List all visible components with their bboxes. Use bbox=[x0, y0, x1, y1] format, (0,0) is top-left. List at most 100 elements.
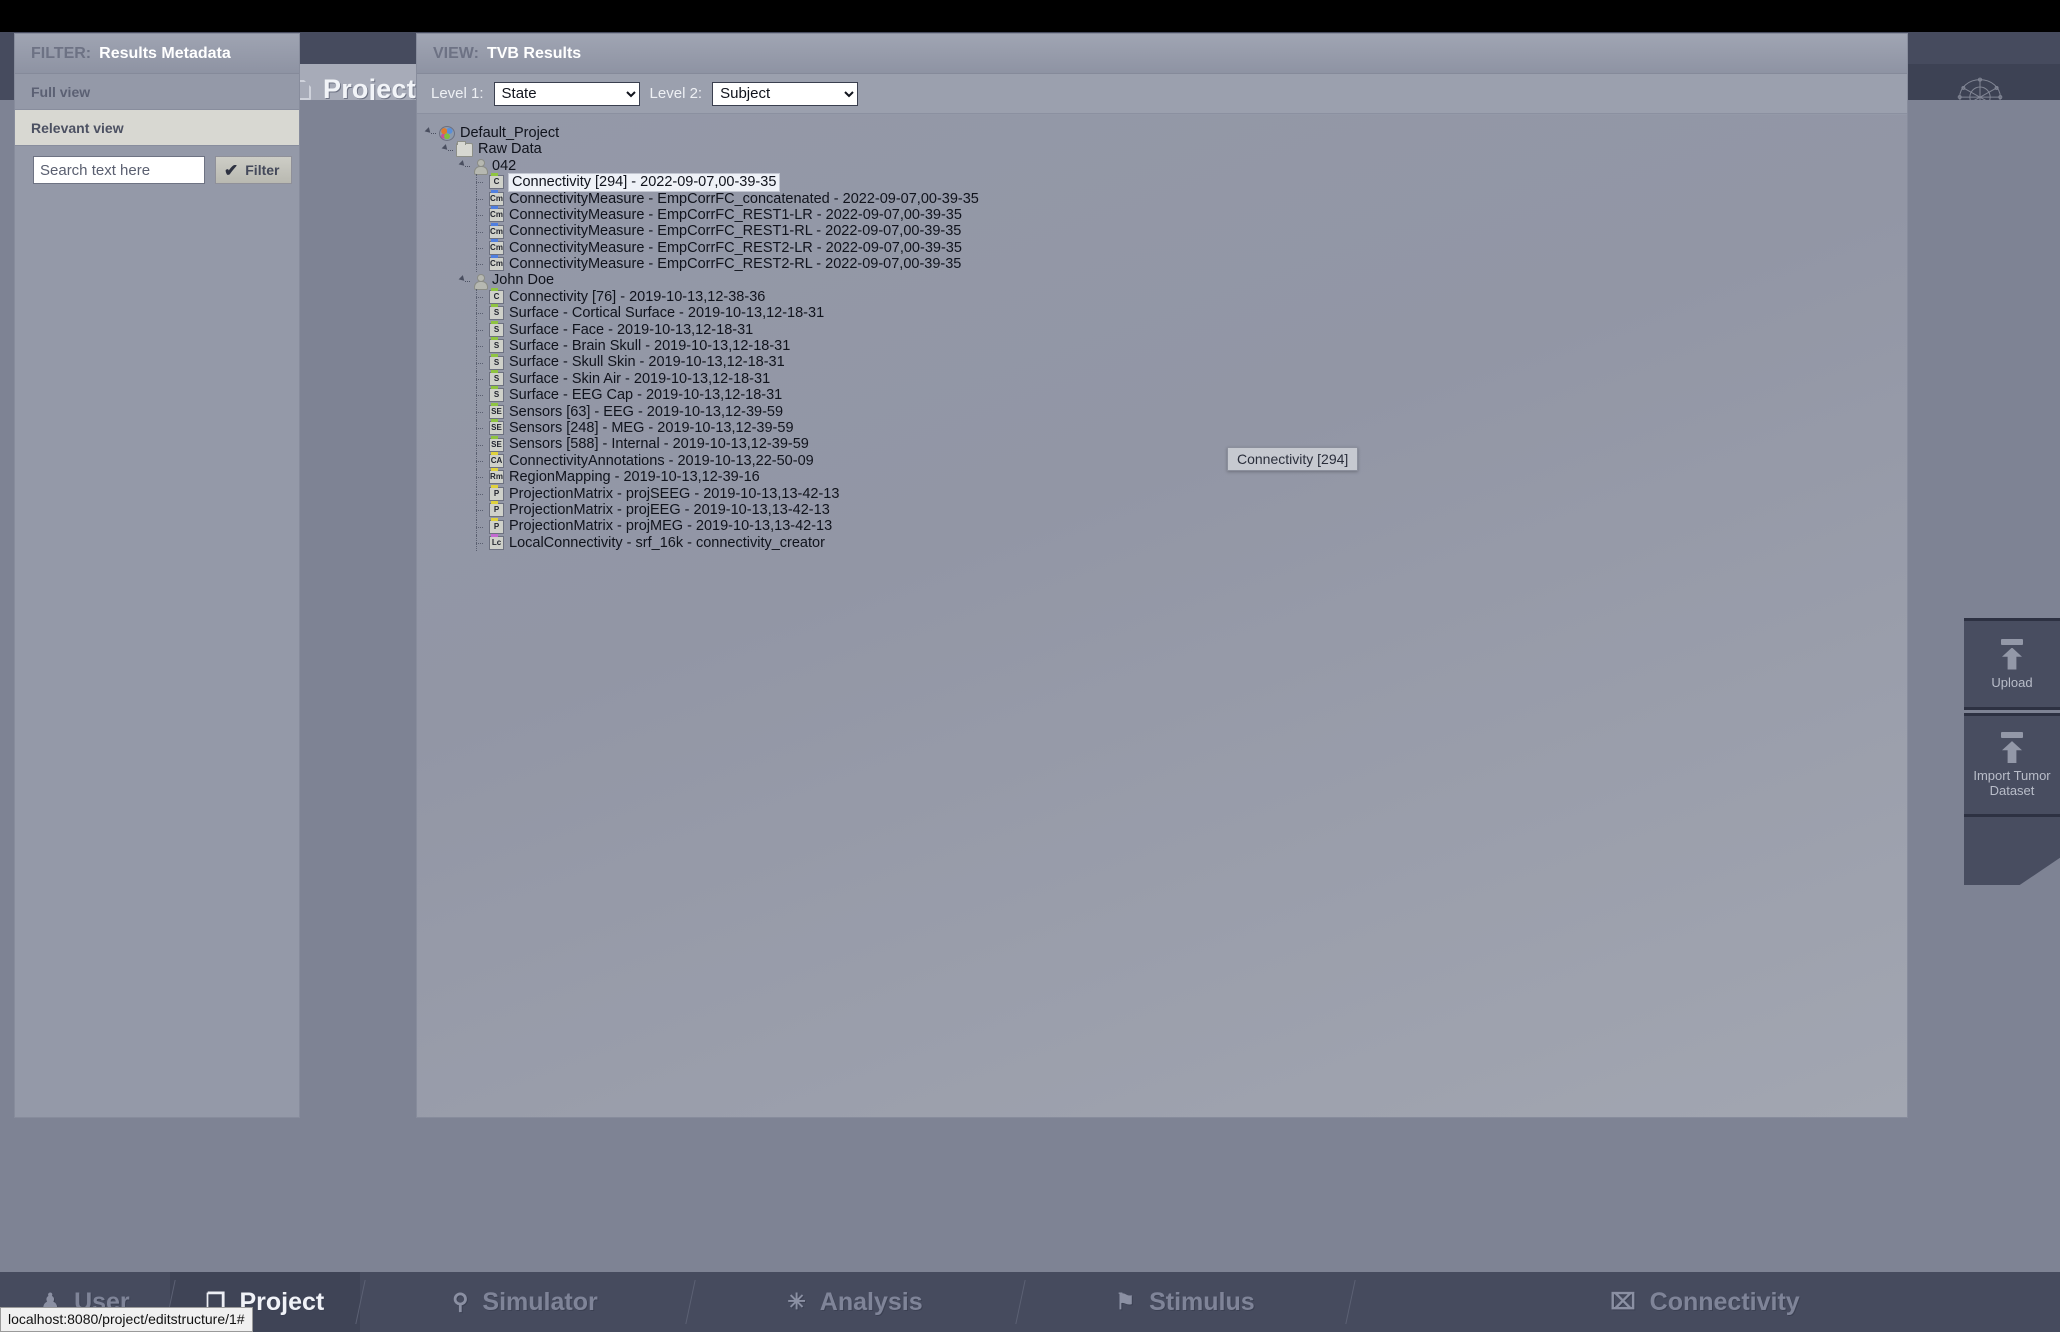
tree-leaf-node[interactable]: Cm ConnectivityMeasure - EmpCorrFC_REST1-… bbox=[423, 206, 1907, 224]
cm-datatype-icon: Cm bbox=[489, 189, 504, 206]
tree-leaf-node[interactable]: C Connectivity [76] - 2019-10-13,12-38-36 bbox=[423, 288, 1907, 306]
tree-leaf-node[interactable]: S Surface - Brain Skull - 2019-10-13,12-1… bbox=[423, 337, 1907, 355]
tree-leaf-node[interactable]: Cm ConnectivityMeasure - EmpCorrFC_REST1-… bbox=[423, 222, 1907, 240]
import-tumor-dataset-button[interactable]: Import Tumor Dataset bbox=[1964, 713, 2060, 817]
tree-connector bbox=[474, 387, 488, 404]
tree-node-label: Sensors [63] - EEG - 2019-10-13,12-39-59 bbox=[509, 403, 784, 420]
nav-tab-label: Connectivity bbox=[1649, 1287, 1800, 1316]
c-datatype-icon: C bbox=[489, 288, 504, 305]
status-bar-url: localhost:8080/project/editstructure/1# bbox=[0, 1307, 253, 1332]
tree-leaf-node[interactable]: Rm RegionMapping - 2019-10-13,12-39-16 bbox=[423, 468, 1907, 486]
tree-node-label: ConnectivityMeasure - EmpCorrFC_concaten… bbox=[509, 190, 979, 207]
tree-node-label: ConnectivityMeasure - EmpCorrFC_REST1-RL… bbox=[509, 223, 962, 240]
tree-leaf-node[interactable]: P ProjectionMatrix - projSEEG - 2019-10-1… bbox=[423, 484, 1907, 502]
cm-datatype-icon: Cm bbox=[489, 222, 504, 239]
nav-tab-connectivity[interactable]: ⌧ Connectivity bbox=[1350, 1272, 2060, 1332]
p-datatype-icon: P bbox=[489, 501, 504, 518]
app-root: 1 Project: Data structure bbox=[0, 0, 2060, 1332]
tree-leaf-node[interactable]: P ProjectionMatrix - projMEG - 2019-10-13… bbox=[423, 517, 1907, 535]
tree-leaf-node[interactable]: Cm ConnectivityMeasure - EmpCorrFC_concat… bbox=[423, 189, 1907, 207]
nav-tab-label: Simulator bbox=[482, 1287, 598, 1316]
view-option-full[interactable]: Full view bbox=[15, 74, 299, 110]
bottom-navigation: ♟ User ❐ Project ⚲ Simulator ✳ Analysis ⚑ Stimulu… bbox=[0, 1272, 2060, 1332]
cm-datatype-icon: Cm bbox=[489, 238, 504, 255]
s-datatype-icon: S bbox=[489, 337, 504, 354]
level2-select[interactable]: SubjectStateDatatypeAlgorithm categories bbox=[712, 81, 859, 106]
tree-leaf-node[interactable]: Cm ConnectivityMeasure - EmpCorrFC_REST2-… bbox=[423, 238, 1907, 256]
tree-leaf-node[interactable]: CA ConnectivityAnnotations - 2019-10-13,2… bbox=[423, 452, 1907, 469]
tree-leaf-node[interactable]: S Surface - Cortical Surface - 2019-10-13… bbox=[423, 304, 1907, 322]
filter-label: FILTER: bbox=[31, 44, 92, 62]
tree-leaf-node[interactable]: Cm ConnectivityMeasure - EmpCorrFC_REST2-… bbox=[423, 255, 1907, 273]
upload-button[interactable]: Upload bbox=[1964, 618, 2060, 710]
folder-icon bbox=[456, 140, 473, 157]
tree-leaf-node[interactable]: S Surface - EEG Cap - 2019-10-13,12-18-31 bbox=[423, 386, 1907, 404]
tree-node-label: Surface - Cortical Surface - 2019-10-13,… bbox=[509, 305, 825, 322]
project-icon bbox=[439, 125, 455, 141]
view-option-relevant-label: Relevant view bbox=[31, 119, 124, 136]
tree-node-label: Surface - Brain Skull - 2019-10-13,12-18… bbox=[509, 338, 791, 355]
tree-connector bbox=[474, 502, 488, 519]
tree-connector bbox=[474, 469, 488, 486]
tree-node-label: 042 bbox=[492, 157, 517, 174]
tree-node-label: Sensors [588] - Internal - 2019-10-13,12… bbox=[509, 436, 809, 453]
tree-node-label: ProjectionMatrix - projMEG - 2019-10-13,… bbox=[509, 518, 833, 535]
tree-node-label: LocalConnectivity - srf_16k - connectivi… bbox=[509, 534, 825, 551]
tree-connector bbox=[474, 223, 488, 240]
tree-connector bbox=[474, 190, 488, 207]
se-datatype-icon: SE bbox=[489, 402, 504, 419]
tree-node-label: RegionMapping - 2019-10-13,12-39-16 bbox=[509, 469, 760, 486]
nav-tab-analysis[interactable]: ✳ Analysis bbox=[690, 1272, 1020, 1332]
tree-group-node[interactable]: 042 bbox=[423, 157, 1907, 175]
check-icon: ✔ bbox=[224, 160, 239, 180]
tree-group-node[interactable]: Default_Project bbox=[423, 125, 1907, 141]
tree-connector bbox=[474, 174, 488, 191]
rm-datatype-icon: Rm bbox=[489, 468, 504, 485]
view-panel-header: VIEW: TVB Results bbox=[417, 34, 1907, 74]
tree-node-label: Surface - EEG Cap - 2019-10-13,12-18-31 bbox=[509, 387, 783, 404]
tree-leaf-node[interactable]: P ProjectionMatrix - projEEG - 2019-10-13… bbox=[423, 501, 1907, 519]
datatype-tree: Default_Project Raw Data 042 C Connectivity … bbox=[417, 115, 1907, 1117]
tree-group-node[interactable]: Raw Data bbox=[423, 140, 1907, 158]
p-datatype-icon: P bbox=[489, 484, 504, 501]
nav-tab-simulator[interactable]: ⚲ Simulator bbox=[360, 1272, 690, 1332]
level-selector-bar: Level 1: StateSubjectDatatypeAlgorithm c… bbox=[417, 74, 1907, 114]
person-icon bbox=[473, 273, 488, 290]
tree-node-label: Surface - Skin Air - 2019-10-13,12-18-31 bbox=[509, 370, 771, 387]
expander-icon[interactable] bbox=[440, 143, 454, 157]
nav-tab-label: Stimulus bbox=[1149, 1287, 1255, 1316]
tree-leaf-node[interactable]: SE Sensors [63] - EEG - 2019-10-13,12-39-… bbox=[423, 402, 1907, 420]
tree-connector bbox=[474, 371, 488, 388]
tree-leaf-node[interactable]: S Surface - Skin Air - 2019-10-13,12-18-3… bbox=[423, 370, 1907, 388]
tree-leaf-node[interactable]: SE Sensors [588] - Internal - 2019-10-13,… bbox=[423, 435, 1907, 453]
cm-datatype-icon: Cm bbox=[489, 255, 504, 272]
filter-panel-header: FILTER: Results Metadata bbox=[15, 34, 299, 74]
cm-datatype-icon: Cm bbox=[489, 206, 504, 223]
stimulus-icon: ⚑ bbox=[1115, 1289, 1136, 1314]
tree-connector bbox=[474, 518, 488, 535]
tree-leaf-node[interactable]: S Surface - Skull Skin - 2019-10-13,12-18… bbox=[423, 353, 1907, 371]
tree-leaf-node[interactable]: SE Sensors [248] - MEG - 2019-10-13,12-39… bbox=[423, 419, 1907, 437]
tree-connector bbox=[474, 453, 488, 469]
expander-icon[interactable] bbox=[423, 126, 437, 140]
tree-leaf-node[interactable]: Lc LocalConnectivity - srf_16k - connecti… bbox=[423, 533, 1907, 551]
upload-icon bbox=[1995, 638, 2029, 670]
tree-leaf-node[interactable]: C Connectivity [294] - 2022-09-07,00-39-3… bbox=[423, 173, 1907, 192]
level1-select[interactable]: StateSubjectDatatypeAlgorithm categories bbox=[493, 81, 640, 106]
filter-button[interactable]: ✔ Filter bbox=[215, 156, 293, 184]
filter-button-label: Filter bbox=[245, 162, 280, 178]
nav-tab-stimulus[interactable]: ⚑ Stimulus bbox=[1020, 1272, 1350, 1332]
tree-leaf-node[interactable]: S Surface - Face - 2019-10-13,12-18-31 bbox=[423, 320, 1907, 338]
filter-panel: FILTER: Results Metadata Full view Relev… bbox=[14, 33, 300, 1118]
se-datatype-icon: SE bbox=[489, 435, 504, 452]
tree-group-node[interactable]: John Doe bbox=[423, 273, 1907, 290]
tree-node-label: Raw Data bbox=[478, 141, 542, 158]
person-icon bbox=[473, 158, 488, 175]
view-option-relevant[interactable]: Relevant view bbox=[15, 110, 299, 146]
expander-icon[interactable] bbox=[457, 274, 471, 288]
search-input[interactable] bbox=[33, 156, 205, 184]
tree-connector bbox=[474, 338, 488, 355]
tree-node-label: ConnectivityMeasure - EmpCorrFC_REST1-LR… bbox=[509, 206, 962, 223]
s-datatype-icon: S bbox=[489, 370, 504, 387]
expander-icon[interactable] bbox=[457, 159, 471, 173]
